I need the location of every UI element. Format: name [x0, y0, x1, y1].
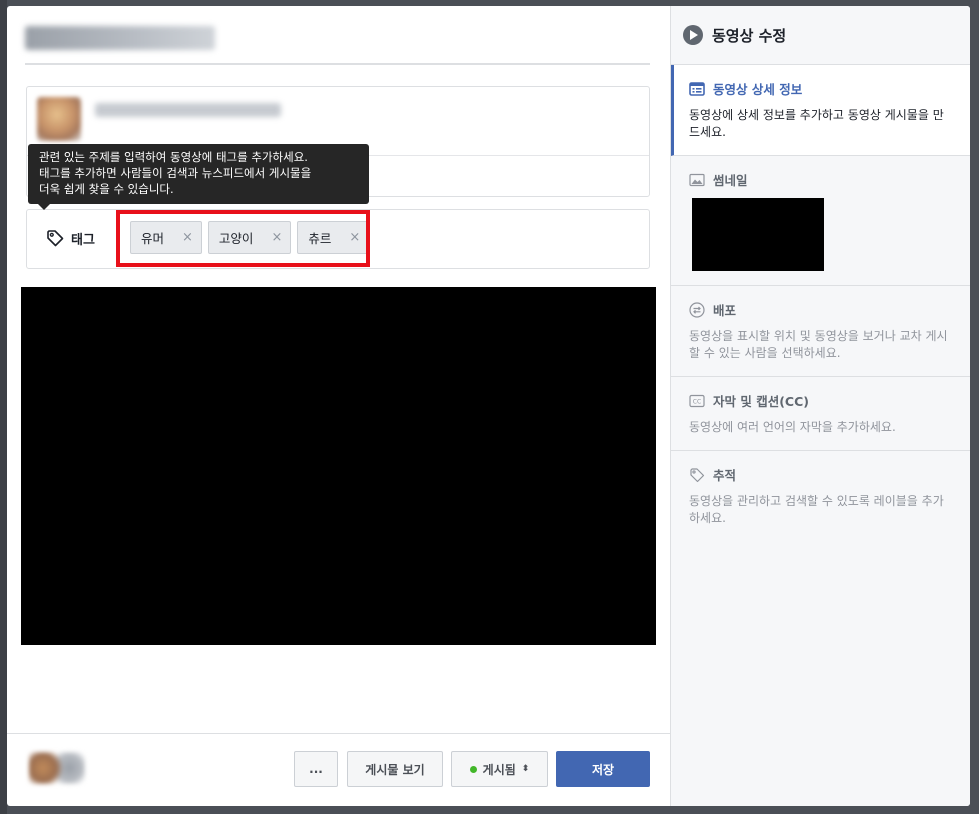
share-arrows-icon: [689, 301, 705, 318]
sidebar-item-label: 배포: [713, 303, 737, 318]
backdrop: [0, 0, 7, 814]
save-button[interactable]: 저장: [556, 751, 650, 787]
page-title-blurred: [25, 26, 215, 50]
status-label: 게시됨: [482, 762, 516, 777]
sidebar-item-label: 자막 및 캡션(CC): [713, 394, 809, 409]
sidebar-item-captions[interactable]: CC 자막 및 캡션(CC) 동영상에 여러 언어의 자막을 추가하세요.: [671, 377, 970, 451]
page-avatar[interactable]: [29, 752, 85, 784]
tag-highlight-box: [116, 210, 370, 267]
edit-sidebar: 동영상 수정 동영상 상세 정보 동영상에 상세 정보를 추가하고 동영상 게시…: [670, 6, 970, 806]
post-text-blurred[interactable]: [95, 103, 281, 117]
sidebar-header: 동영상 수정: [671, 6, 970, 65]
sidebar-item-description: 동영상을 표시할 위치 및 동영상을 보거나 교차 게시할 수 있는 사람을 선…: [689, 329, 948, 360]
tag-icon: [47, 230, 64, 247]
sidebar-item-label: 썸네일: [713, 173, 748, 188]
tag-tooltip: 관련 있는 주제를 입력하여 동영상에 태그를 추가하세요. 태그를 추가하면 …: [28, 144, 369, 210]
status-dot-icon: [469, 765, 477, 773]
play-icon: [683, 25, 703, 45]
title-divider: [25, 63, 650, 65]
avatar: [37, 97, 81, 141]
sidebar-item-description: 동영상을 관리하고 검색할 수 있도록 레이블을 추가하세요.: [689, 494, 944, 525]
tooltip-line-1: 관련 있는 주제를 입력하여 동영상에 태그를 추가하세요.: [39, 150, 308, 164]
editor-pane: 관련 있는 주제를 입력하여 동영상에 태그를 추가하세요. 태그를 추가하면 …: [7, 6, 670, 806]
more-button[interactable]: ...: [294, 751, 338, 787]
tag-label: 태그: [71, 232, 95, 248]
image-icon: [689, 173, 705, 186]
video-preview[interactable]: [21, 287, 656, 645]
publish-status-dropdown[interactable]: 게시됨 ⬍: [451, 751, 548, 787]
tooltip-line-3: 더욱 쉽게 찾을 수 있습니다.: [39, 182, 174, 196]
chevron-updown-icon: ⬍: [521, 764, 530, 774]
view-post-button[interactable]: 게시물 보기: [347, 751, 443, 787]
dialog-footer: ... 게시물 보기 게시됨 ⬍ 저장: [7, 733, 670, 806]
svg-text:CC: CC: [693, 398, 701, 405]
sidebar-title: 동영상 수정: [712, 26, 787, 45]
edit-video-dialog: 관련 있는 주제를 입력하여 동영상에 태그를 추가하세요. 태그를 추가하면 …: [7, 6, 970, 806]
sidebar-item-thumbnail[interactable]: 썸네일: [671, 156, 970, 286]
tooltip-line-2: 태그를 추가하면 사람들이 검색과 뉴스피드에서 게시물을: [39, 166, 312, 180]
tag-icon: [690, 467, 705, 482]
sidebar-item-distribution[interactable]: 배포 동영상을 표시할 위치 및 동영상을 보거나 교차 게시할 수 있는 사람…: [671, 286, 970, 377]
sidebar-item-description: 동영상에 여러 언어의 자막을 추가하세요.: [689, 420, 896, 434]
sidebar-item-label: 동영상 상세 정보: [713, 82, 803, 97]
cc-icon: CC: [689, 394, 705, 407]
sidebar-item-label: 추적: [713, 468, 737, 483]
thumbnail-preview[interactable]: [692, 198, 824, 271]
sidebar-item-description: 동영상에 상세 정보를 추가하고 동영상 게시물을 만드세요.: [689, 108, 944, 139]
sidebar-item-tracking[interactable]: 추적 동영상을 관리하고 검색할 수 있도록 레이블을 추가하세요.: [671, 451, 970, 541]
tag-label-group: 태그: [45, 228, 95, 248]
details-icon: [689, 81, 705, 96]
sidebar-item-details[interactable]: 동영상 상세 정보 동영상에 상세 정보를 추가하고 동영상 게시물을 만드세요…: [671, 65, 970, 156]
